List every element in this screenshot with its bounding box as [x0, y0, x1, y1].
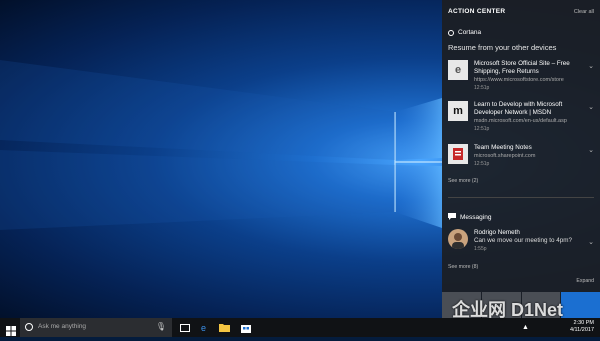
clear-all-button[interactable]: Clear all — [574, 9, 594, 15]
message-text: Can we move our meeting to 4pm? — [474, 237, 573, 244]
edge-browser-icon[interactable]: e — [198, 322, 209, 333]
notification-title: Team Meeting Notes — [474, 144, 532, 151]
edge-icon: e — [448, 60, 468, 80]
chevron-down-icon[interactable]: ⌄ — [588, 103, 594, 111]
cortana-icon — [448, 29, 454, 36]
watermark: 企业网 D1Net — [452, 300, 564, 320]
avatar — [448, 229, 468, 249]
cortana-group-header[interactable]: Cortana — [448, 29, 481, 36]
messaging-see-more-link[interactable]: See more (8) — [448, 264, 478, 270]
msdn-icon: m — [448, 101, 468, 121]
messaging-label: Messaging — [460, 214, 492, 221]
chevron-down-icon[interactable]: ⌄ — [588, 62, 594, 70]
resume-subheader: Resume from your other devices — [448, 43, 557, 52]
task-view-icon[interactable] — [179, 322, 190, 333]
notification-msdn[interactable]: m Learn to Develop with Microsoft Develo… — [448, 101, 594, 135]
message-icon — [448, 213, 456, 222]
quick-action-settings[interactable] — [561, 292, 600, 318]
action-center-title: ACTION CENTER — [448, 8, 506, 15]
cortana-see-more-link[interactable]: See more (2) — [448, 178, 478, 184]
cortana-label: Cortana — [458, 29, 482, 36]
notification-title: Microsoft Store Official Site – Free Shi… — [474, 60, 570, 75]
message-sender: Rodrigo Nemeth — [474, 229, 520, 236]
chevron-down-icon[interactable]: ⌄ — [588, 238, 594, 246]
notification-message[interactable]: Rodrigo Nemeth Can we move our meeting t… — [448, 229, 594, 257]
message-time: 1:55p — [474, 246, 487, 252]
notification-url: microsoft.sharepoint.com — [474, 153, 536, 159]
microphone-icon[interactable]: 🎙 — [156, 322, 166, 331]
action-center-panel: ACTION CENTER Clear all Cortana Resume f… — [442, 0, 600, 318]
clock-date: 4/11/2017 — [569, 327, 594, 333]
notification-url: msdn.microsoft.com/en-us/default.asp — [474, 118, 567, 124]
clock-time: 2:30 PM — [573, 320, 594, 326]
notification-title: Learn to Develop with Microsoft Develope… — [474, 101, 563, 116]
messaging-group-header[interactable]: Messaging — [448, 213, 491, 222]
notification-microsoft-store[interactable]: e Microsoft Store Official Site – Free S… — [448, 60, 594, 94]
notification-time: 12:51p — [474, 126, 490, 132]
search-placeholder: Ask me anything — [38, 323, 87, 330]
network-icon[interactable]: ▲ — [520, 322, 531, 333]
notification-time: 12:51p — [474, 85, 490, 91]
windows-start-icon[interactable] — [6, 323, 16, 336]
notification-time: 12:51p — [474, 161, 490, 167]
onenote-icon — [448, 144, 468, 164]
store-icon[interactable] — [240, 322, 251, 333]
divider — [448, 197, 594, 198]
notification-url: https://www.microsoftstore.com/store — [474, 77, 564, 83]
expand-link[interactable]: Expand — [576, 278, 594, 284]
notification-team-meeting[interactable]: Team Meeting Notes microsoft.sharepoint.… — [448, 144, 594, 174]
chevron-down-icon[interactable]: ⌄ — [588, 146, 594, 154]
search-box[interactable]: Ask me anything 🎙 — [20, 318, 172, 337]
system-clock[interactable]: 2:30 PM 4/11/2017 — [570, 320, 594, 334]
file-explorer-icon[interactable] — [219, 322, 230, 333]
cortana-circle-icon — [25, 323, 33, 331]
